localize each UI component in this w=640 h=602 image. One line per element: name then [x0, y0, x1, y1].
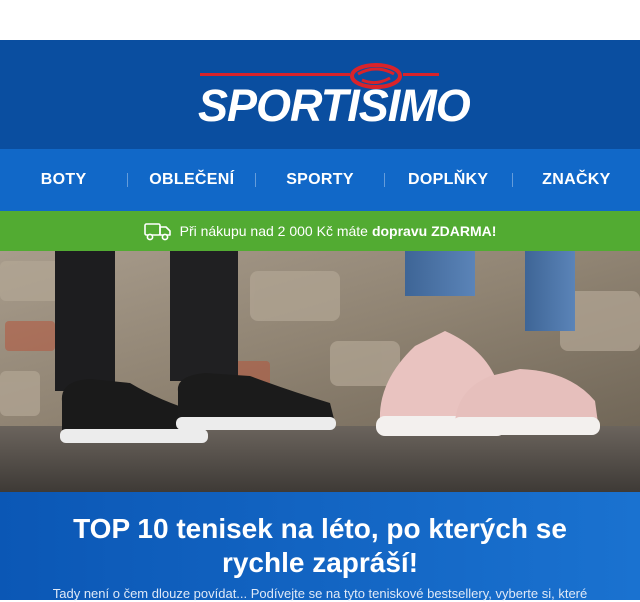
nav-item-obleceni[interactable]: OBLEČENÍ [128, 171, 255, 189]
sneakers-photo [0, 251, 640, 492]
nav-item-boty[interactable]: BOTY [0, 171, 127, 189]
logo-stripe-right [403, 73, 439, 76]
promo-text: Při nákupu nad 2 000 Kč máte [179, 223, 368, 239]
nav-item-sporty[interactable]: SPORTY [256, 171, 383, 189]
header: SPORTISIMO [0, 40, 640, 149]
logo-stripe-left [200, 73, 350, 76]
promo-highlight: dopravu ZDARMA! [371, 223, 497, 239]
article-section: TOP 10 tenisek na léto, po kterých se ry… [0, 492, 640, 601]
nav-item-doplnky[interactable]: DOPLŇKY [385, 171, 512, 189]
nav-item-znacky[interactable]: ZNAČKY [513, 171, 640, 189]
truck-icon [143, 223, 171, 241]
top-spacer [0, 0, 640, 40]
article-headline[interactable]: TOP 10 tenisek na léto, po kterých se ry… [30, 512, 610, 580]
free-shipping-banner[interactable]: Při nákupu nad 2 000 Kč máte dopravu ZDA… [0, 211, 640, 251]
sportisimo-logo[interactable]: SPORTISIMO [198, 62, 471, 131]
main-nav: BOTY OBLEČENÍ SPORTY DOPLŇKY ZNAČKY [0, 149, 640, 211]
hero-image[interactable] [0, 251, 640, 492]
logo-wordmark: SPORTISIMO [198, 80, 471, 131]
